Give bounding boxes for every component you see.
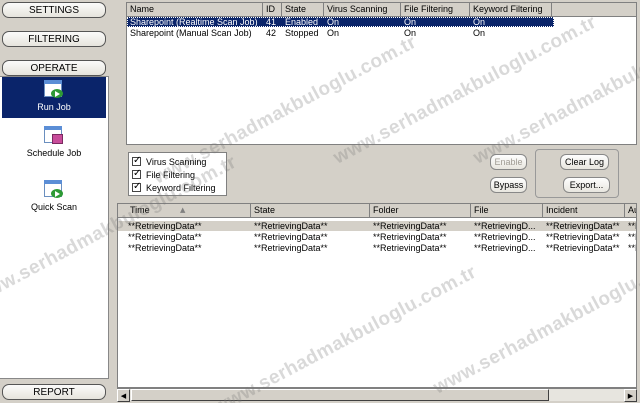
column-header-file[interactable]: File <box>471 204 543 218</box>
column-header-au[interactable]: Au <box>625 204 636 218</box>
filtering-button[interactable]: FILTERING <box>2 31 106 47</box>
operate-button[interactable]: OPERATE <box>2 60 106 76</box>
virus-scanning-checkbox[interactable] <box>132 155 141 167</box>
jobs-list-header: Name ID State Virus Scanning File Filter… <box>127 3 636 17</box>
table-row[interactable]: Sharepoint (Realtime Scan Job) 41 Enable… <box>127 17 554 27</box>
nav-item-run-job[interactable]: Run Job <box>2 77 106 118</box>
nav-item-schedule-job[interactable]: Schedule Job <box>2 123 106 164</box>
enable-button[interactable]: Enable <box>490 154 527 170</box>
column-header-id[interactable]: ID <box>263 3 282 17</box>
table-row[interactable]: **RetrievingData** **RetrievingData** **… <box>118 243 636 253</box>
keyword-filtering-option[interactable]: Keyword Filtering <box>132 181 216 194</box>
schedule-job-icon <box>43 125 65 145</box>
scroll-left-icon[interactable]: ◀ <box>117 389 130 402</box>
column-header-name[interactable]: Name <box>127 3 263 17</box>
nav-item-quick-scan[interactable]: Quick Scan <box>2 177 106 218</box>
file-filtering-option[interactable]: File Filtering <box>132 168 195 181</box>
column-header-state[interactable]: State <box>282 3 324 17</box>
column-header-state[interactable]: State <box>251 204 370 218</box>
column-header-keyword-filtering[interactable]: Keyword Filtering <box>470 3 552 17</box>
table-row[interactable]: Sharepoint (Manual Scan Job) 42 Stopped … <box>127 28 554 38</box>
scrollbar-thumb[interactable] <box>131 389 549 401</box>
navigation-pane: SETTINGS FILTERING OPERATE Run Job Sched… <box>0 0 111 403</box>
column-header-virus-scanning[interactable]: Virus Scanning <box>324 3 401 17</box>
filter-options-panel: Virus Scanning File Filtering Keyword Fi… <box>128 152 227 196</box>
nav-item-label: Quick Scan <box>30 202 78 212</box>
table-row[interactable]: **RetrievingData** **RetrievingData** **… <box>118 221 636 231</box>
table-row[interactable]: **RetrievingData** **RetrievingData** **… <box>118 232 636 242</box>
log-horizontal-scrollbar[interactable]: ◀ ▶ <box>117 388 637 402</box>
column-header-folder[interactable]: Folder <box>370 204 471 218</box>
export-button[interactable]: Export... <box>563 177 610 193</box>
nav-item-label: Run Job <box>37 102 71 112</box>
log-list[interactable]: Time ▲ State Folder File Incident Au **R… <box>117 203 637 388</box>
virus-scanning-option[interactable]: Virus Scanning <box>132 155 206 168</box>
scroll-right-icon[interactable]: ▶ <box>624 389 637 402</box>
file-filtering-checkbox[interactable] <box>132 168 141 180</box>
report-button[interactable]: REPORT <box>2 384 106 400</box>
column-header-time[interactable]: Time ▲ <box>118 204 251 218</box>
operate-panel: Run Job Schedule Job Quick Scan <box>0 76 109 379</box>
run-job-icon <box>43 79 65 99</box>
column-header-file-filtering[interactable]: File Filtering <box>401 3 470 17</box>
keyword-filtering-checkbox[interactable] <box>132 181 141 193</box>
clear-log-button[interactable]: Clear Log <box>560 154 609 170</box>
log-list-header: Time ▲ State Folder File Incident Au <box>118 204 636 218</box>
column-header-incident[interactable]: Incident <box>543 204 625 218</box>
bypass-button[interactable]: Bypass <box>490 177 527 193</box>
quick-scan-icon <box>43 179 65 199</box>
jobs-list[interactable]: Name ID State Virus Scanning File Filter… <box>126 2 637 145</box>
settings-button[interactable]: SETTINGS <box>2 2 106 18</box>
sort-ascending-icon: ▲ <box>180 206 186 214</box>
nav-item-label: Schedule Job <box>26 148 82 158</box>
